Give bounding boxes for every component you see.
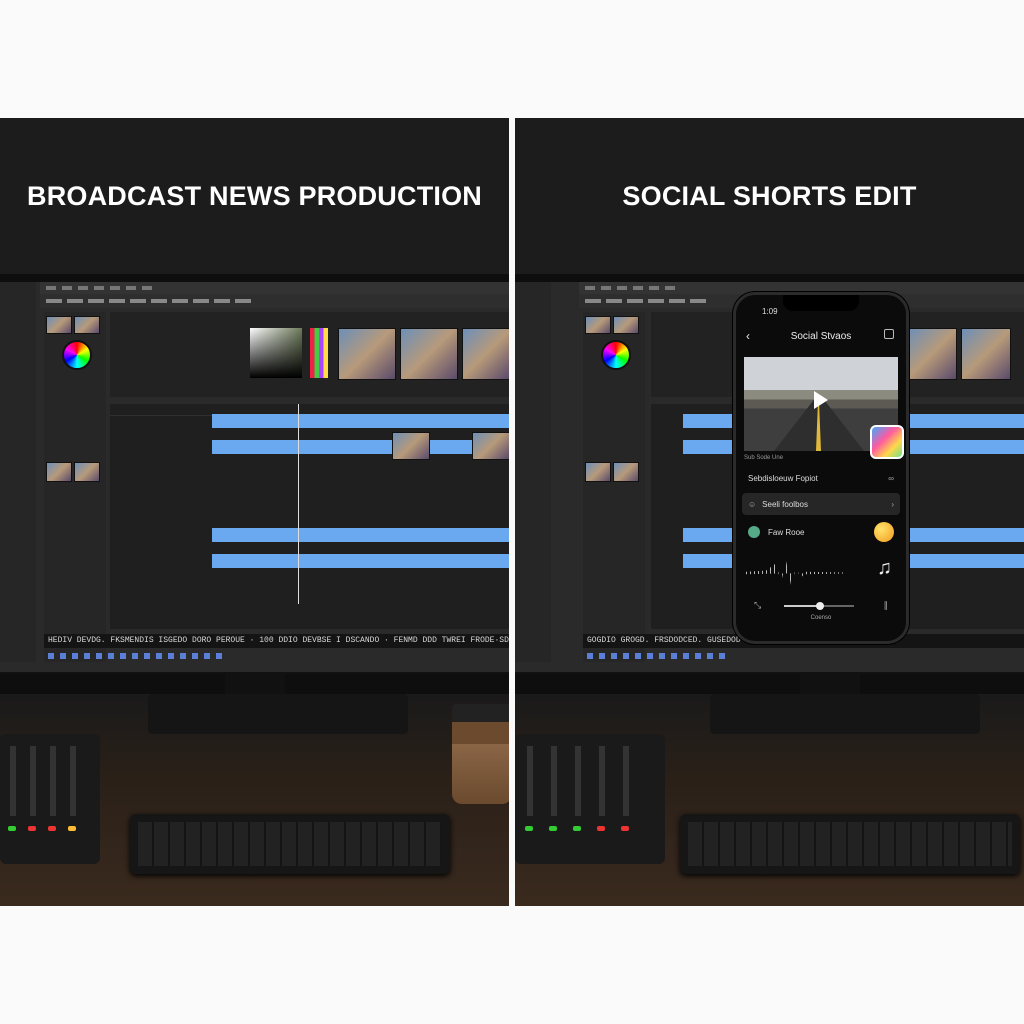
smiley-icon: ☺ — [748, 499, 757, 509]
timeline-clip[interactable] — [212, 440, 509, 454]
preview-thumb[interactable] — [462, 328, 509, 380]
share-icon[interactable] — [884, 329, 894, 339]
left-strip — [515, 282, 551, 662]
audio-mixer — [0, 734, 100, 864]
smartphone: 1:09 ‹ Social Stvaos Sub Sode Une Sebdis… — [733, 292, 909, 644]
timeline-clip[interactable] — [212, 414, 509, 428]
phone-time: 1:09 — [762, 307, 778, 316]
monitor-base — [148, 694, 408, 734]
link-icon: ∞ — [888, 473, 894, 483]
keyboard — [130, 814, 450, 874]
phone-footer: Coenso — [810, 615, 832, 621]
phone-title: Social Stvaos — [790, 331, 852, 342]
playhead[interactable] — [298, 404, 299, 604]
subscribe-row[interactable]: Sebdisloeuw Fopiot ∞ — [742, 467, 900, 489]
preview-thumb[interactable] — [338, 328, 396, 380]
desk — [515, 694, 1024, 906]
color-bars[interactable] — [310, 328, 328, 378]
preview-thumb[interactable] — [961, 328, 1011, 380]
volume-slider[interactable] — [784, 602, 854, 610]
sticker-icon[interactable] — [870, 425, 904, 459]
tools-row[interactable]: ☺ Seeli foolbos › — [742, 493, 900, 515]
media-thumb[interactable] — [585, 316, 611, 334]
avatar — [748, 526, 760, 538]
row-label: Seeli foolbos — [762, 499, 808, 509]
audio-waveform[interactable] — [746, 561, 846, 585]
media-thumb[interactable] — [74, 462, 100, 482]
clip-thumb[interactable] — [392, 432, 430, 460]
clip-thumb[interactable] — [472, 432, 509, 460]
media-pane — [44, 312, 106, 662]
coffee-cup — [452, 704, 509, 804]
status-bar: HEDIV DEVDG. FKSMENDIS ISGEDO DORO PEROU… — [44, 634, 509, 648]
timeline-clip[interactable] — [212, 528, 509, 542]
color-wheel-icon[interactable] — [601, 340, 631, 370]
video-preview[interactable] — [744, 357, 904, 459]
timeline-clip[interactable] — [212, 554, 509, 568]
video-subtitle: Sub Sode Une — [744, 455, 784, 461]
row-label: Faw Rooe — [768, 527, 805, 537]
broadcast-panel: BROADCAST NEWS PRODUCTION HEDIV DEVDG. F… — [0, 118, 509, 906]
media-thumb[interactable] — [585, 462, 611, 482]
play-icon[interactable] — [814, 391, 828, 409]
social-panel: SOCIAL SHORTS EDIT GOGDIO GROGD. FRSDODC… — [515, 118, 1024, 906]
left-strip — [0, 282, 36, 662]
sticker-row[interactable]: Faw Rooe — [742, 521, 900, 543]
chevron-right-icon: › — [891, 499, 894, 509]
editor-screen: HEDIV DEVDG. FKSMENDIS ISGEDO DORO PEROU… — [0, 282, 509, 674]
menu-bar[interactable] — [40, 282, 509, 294]
preview-thumb[interactable] — [400, 328, 458, 380]
emoji-icon[interactable] — [874, 522, 894, 542]
monitor-base — [710, 694, 980, 734]
keyboard — [680, 814, 1020, 874]
media-thumb[interactable] — [46, 462, 72, 482]
preview-thumb[interactable] — [907, 328, 957, 380]
phone-notch — [783, 295, 859, 311]
music-note-icon[interactable]: ♫ — [877, 557, 892, 580]
timeline[interactable] — [110, 404, 509, 629]
media-pane — [583, 312, 645, 662]
media-thumb[interactable] — [46, 316, 72, 334]
media-thumb[interactable] — [74, 316, 100, 334]
desk — [0, 694, 509, 906]
icon-bar[interactable] — [583, 650, 1024, 662]
media-thumb[interactable] — [613, 462, 639, 482]
audio-mixer — [515, 734, 665, 864]
row-label: Sebdisloeuw Fopiot — [748, 473, 818, 483]
media-thumb[interactable] — [613, 316, 639, 334]
color-wheel-icon[interactable] — [62, 340, 92, 370]
color-picker[interactable] — [250, 328, 302, 378]
shrink-icon[interactable]: ⤡ — [754, 600, 761, 611]
monitor: HEDIV DEVDG. FKSMENDIS ISGEDO DORO PEROU… — [0, 274, 509, 732]
icon-bar[interactable] — [44, 650, 509, 662]
panel-heading: SOCIAL SHORTS EDIT — [515, 118, 1024, 274]
toolbar[interactable] — [40, 294, 509, 308]
viewer-pane — [110, 312, 509, 397]
panel-heading: BROADCAST NEWS PRODUCTION — [0, 118, 509, 274]
pause-icon[interactable]: ∥ — [884, 600, 889, 611]
